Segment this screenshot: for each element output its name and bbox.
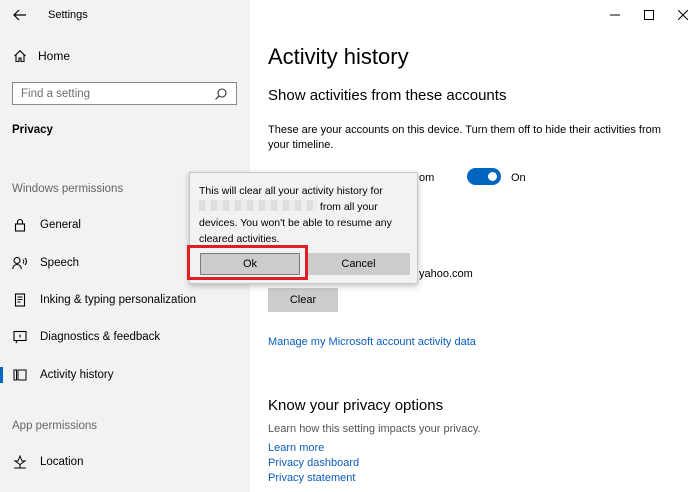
close-button[interactable] bbox=[666, 0, 700, 30]
section-title-privacy: Privacy bbox=[12, 124, 53, 136]
window-controls bbox=[598, 0, 700, 30]
dialog-line-2: from all your bbox=[319, 201, 378, 213]
home-label: Home bbox=[38, 49, 71, 63]
group-label-windows-permissions: Windows permissions bbox=[12, 183, 124, 195]
clear-button[interactable]: Clear bbox=[268, 288, 338, 312]
home-nav[interactable]: Home bbox=[12, 48, 70, 64]
dialog-line-3: devices. You won't be able to resume any… bbox=[199, 217, 392, 245]
search-box[interactable] bbox=[12, 82, 237, 105]
maximize-button[interactable] bbox=[632, 0, 666, 30]
inking-icon bbox=[12, 292, 28, 308]
ok-highlight-box bbox=[187, 245, 308, 280]
manage-activity-link[interactable]: Manage my Microsoft account activity dat… bbox=[268, 336, 476, 348]
sidebar-item-label: Diagnostics & feedback bbox=[40, 331, 161, 343]
sidebar-item-diagnostics[interactable]: Diagnostics & feedback bbox=[0, 322, 250, 352]
home-icon bbox=[12, 48, 28, 64]
lock-icon bbox=[12, 217, 28, 233]
dialog-message: This will clear all your activity histor… bbox=[199, 183, 413, 247]
cancel-button[interactable]: Cancel bbox=[307, 253, 410, 275]
back-arrow-icon bbox=[13, 9, 26, 21]
sidebar-item-activity-history[interactable]: Activity history bbox=[0, 360, 250, 390]
toggle-state-label: On bbox=[511, 172, 526, 184]
group-label-app-permissions: App permissions bbox=[12, 420, 98, 432]
minimize-button[interactable] bbox=[598, 0, 632, 30]
accounts-description: These are your accounts on this device. … bbox=[268, 124, 661, 151]
sidebar-item-label: Activity history bbox=[40, 369, 114, 381]
sidebar-item-label: Location bbox=[40, 456, 84, 468]
account-email-1: om bbox=[419, 172, 435, 184]
dialog-line-1: This will clear all your activity histor… bbox=[199, 185, 383, 197]
minimize-icon bbox=[610, 14, 620, 16]
maximize-icon bbox=[644, 10, 654, 20]
redacted-account bbox=[199, 200, 317, 211]
sidebar-item-inking[interactable]: Inking & typing personalization bbox=[0, 285, 250, 315]
page-title: Activity history bbox=[268, 44, 409, 69]
speech-icon bbox=[12, 255, 28, 271]
close-icon bbox=[678, 10, 688, 20]
sidebar-item-label: General bbox=[40, 219, 81, 231]
account-toggle[interactable] bbox=[467, 168, 501, 185]
title-bar: Settings bbox=[0, 0, 250, 30]
privacy-dashboard-link[interactable]: Privacy dashboard bbox=[268, 457, 359, 469]
learn-more-link[interactable]: Learn more bbox=[268, 442, 324, 454]
sidebar-item-location[interactable]: Location bbox=[0, 447, 250, 477]
app-title: Settings bbox=[48, 9, 88, 21]
toggle-knob bbox=[488, 172, 497, 181]
diagnostics-icon bbox=[12, 329, 28, 345]
activity-history-icon bbox=[12, 367, 28, 383]
back-button[interactable] bbox=[0, 0, 40, 30]
privacy-heading: Know your privacy options bbox=[268, 397, 444, 414]
search-input[interactable] bbox=[21, 87, 214, 100]
account-email-2: yahoo.com bbox=[419, 268, 473, 280]
location-icon bbox=[12, 454, 28, 470]
accounts-heading: Show activities from these accounts bbox=[268, 87, 507, 104]
sidebar-item-label: Speech bbox=[40, 257, 80, 269]
sidebar-item-label: Inking & typing personalization bbox=[40, 294, 196, 306]
privacy-description: Learn how this setting impacts your priv… bbox=[268, 423, 481, 435]
search-icon[interactable] bbox=[214, 87, 228, 101]
privacy-statement-link[interactable]: Privacy statement bbox=[268, 472, 355, 484]
